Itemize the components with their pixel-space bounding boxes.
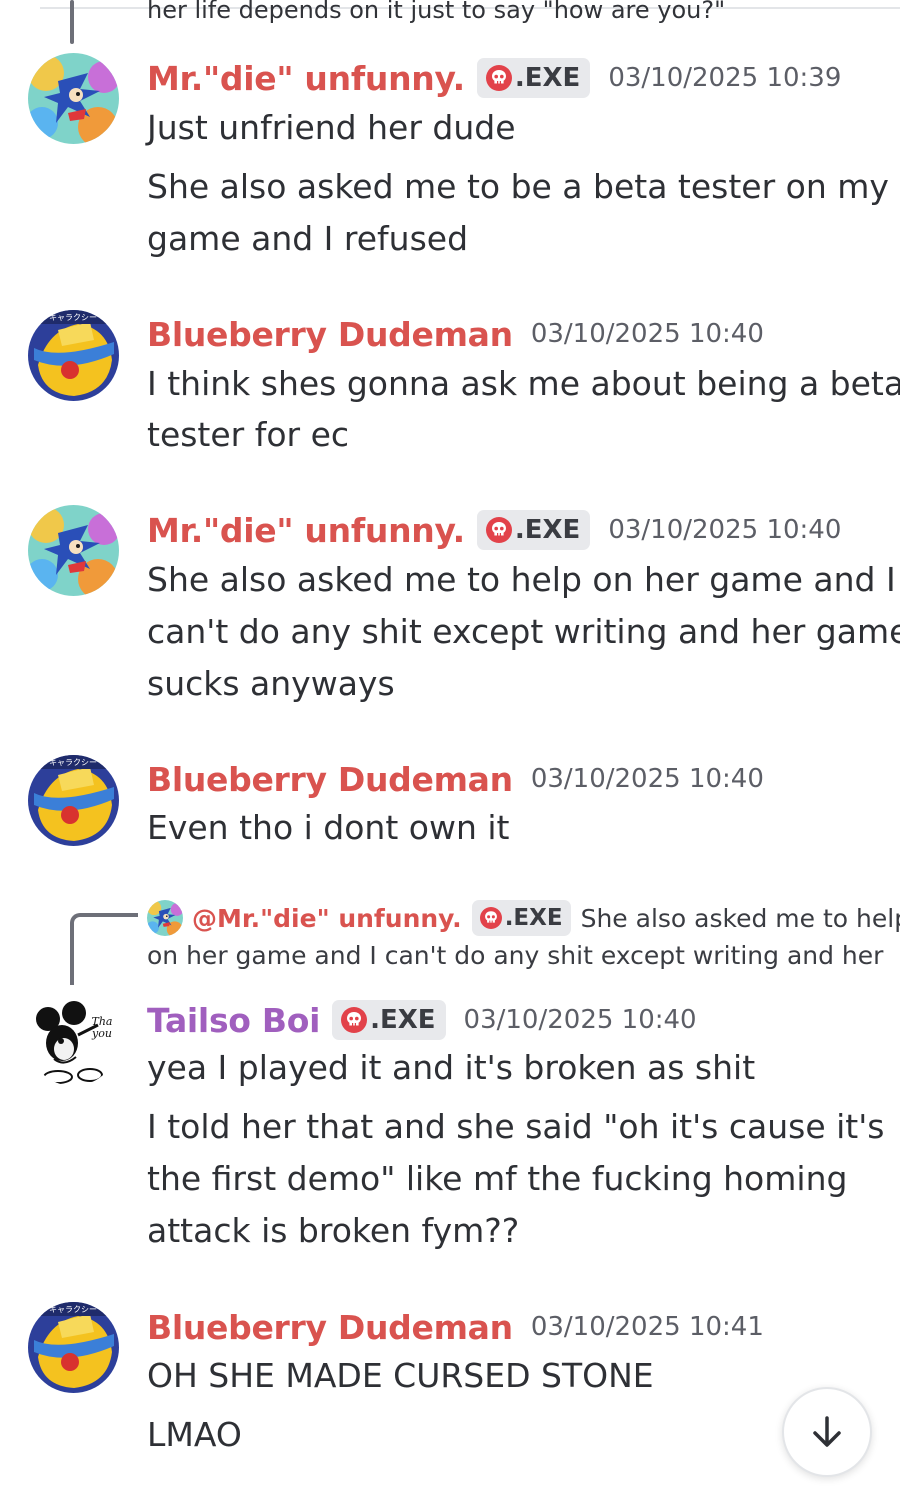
message-text: yea I played it and it's broken as shit <box>147 1048 756 1087</box>
tag-label: .EXE <box>504 905 563 931</box>
avatar[interactable] <box>28 1302 119 1393</box>
avatar[interactable] <box>28 995 119 1086</box>
message-header: Mr."die" unfunny. .EXE 03/10/2025 10:40 <box>147 508 841 552</box>
timestamp: 03/10/2025 10:39 <box>608 63 842 93</box>
message-text: the first demo" like mf the fucking homi… <box>147 1159 848 1198</box>
username[interactable]: Blueberry Dudeman <box>147 760 513 799</box>
skull-icon <box>480 907 502 929</box>
reply-text: She also asked me to help <box>580 903 900 933</box>
message-text: her life depends on it just to say "how … <box>147 0 726 24</box>
message-header: Tailso Boi .EXE 03/10/2025 10:40 <box>147 998 697 1042</box>
message-text: I think shes gonna ask me about being a … <box>147 364 900 403</box>
message-text: She also asked me to help on her game an… <box>147 560 896 599</box>
thread-line <box>70 0 74 44</box>
message-text: can't do any shit except writing and her… <box>147 612 900 651</box>
avatar[interactable] <box>28 310 119 401</box>
message-text: sucks anyways <box>147 664 395 703</box>
message-header: Mr."die" unfunny. .EXE 03/10/2025 10:39 <box>147 56 841 100</box>
avatar[interactable] <box>28 755 119 846</box>
timestamp: 03/10/2025 10:40 <box>530 319 764 349</box>
message-text: I told her that and she said "oh it's ca… <box>147 1107 885 1146</box>
skull-icon <box>341 1007 367 1033</box>
arrow-down-icon <box>813 1416 841 1447</box>
message-text: Just unfriend her dude <box>147 108 516 147</box>
username[interactable]: Tailso Boi <box>147 1001 320 1040</box>
message-text: tester for ec <box>147 415 350 454</box>
message-header: Blueberry Dudeman 03/10/2025 10:40 <box>147 312 764 356</box>
message-header: Blueberry Dudeman 03/10/2025 10:40 <box>147 757 764 801</box>
tag-label: .EXE <box>370 1005 436 1035</box>
username[interactable]: Blueberry Dudeman <box>147 1308 513 1347</box>
message-text: attack is broken fym?? <box>147 1211 520 1250</box>
server-tag[interactable]: .EXE <box>476 510 591 550</box>
username[interactable]: Mr."die" unfunny. <box>147 59 465 98</box>
server-tag[interactable]: .EXE <box>476 58 591 98</box>
message-text: She also asked me to be a beta tester on… <box>147 167 889 206</box>
message-text: game and I refused <box>147 219 469 258</box>
server-tag: .EXE <box>471 900 571 936</box>
skull-icon <box>486 517 512 543</box>
timestamp: 03/10/2025 10:40 <box>530 764 764 794</box>
message-text: OH SHE MADE CURSED STONE <box>147 1356 654 1395</box>
reply-text[interactable]: on her game and I can't do any shit exce… <box>147 938 883 974</box>
tag-label: .EXE <box>514 63 581 93</box>
timestamp: 03/10/2025 10:41 <box>530 1312 764 1342</box>
message-header: Blueberry Dudeman 03/10/2025 10:41 <box>147 1305 764 1349</box>
username[interactable]: Mr."die" unfunny. <box>147 511 465 550</box>
message-text: Even tho i dont own it <box>147 808 510 847</box>
username[interactable]: Blueberry Dudeman <box>147 315 513 354</box>
reply-preview[interactable]: @Mr."die" unfunny. .EXE She also asked m… <box>147 898 900 938</box>
avatar[interactable] <box>28 505 119 596</box>
avatar <box>147 900 183 936</box>
reply-username[interactable]: @Mr."die" unfunny. <box>192 904 462 933</box>
tag-label: .EXE <box>514 515 581 545</box>
avatar[interactable] <box>28 53 119 144</box>
jump-to-present-button[interactable] <box>782 1387 872 1477</box>
timestamp: 03/10/2025 10:40 <box>608 515 842 545</box>
message-text: LMAO <box>147 1415 242 1454</box>
server-tag[interactable]: .EXE <box>332 1000 446 1040</box>
reply-connector <box>70 913 138 985</box>
timestamp: 03/10/2025 10:40 <box>463 1005 697 1035</box>
skull-icon <box>486 65 512 91</box>
